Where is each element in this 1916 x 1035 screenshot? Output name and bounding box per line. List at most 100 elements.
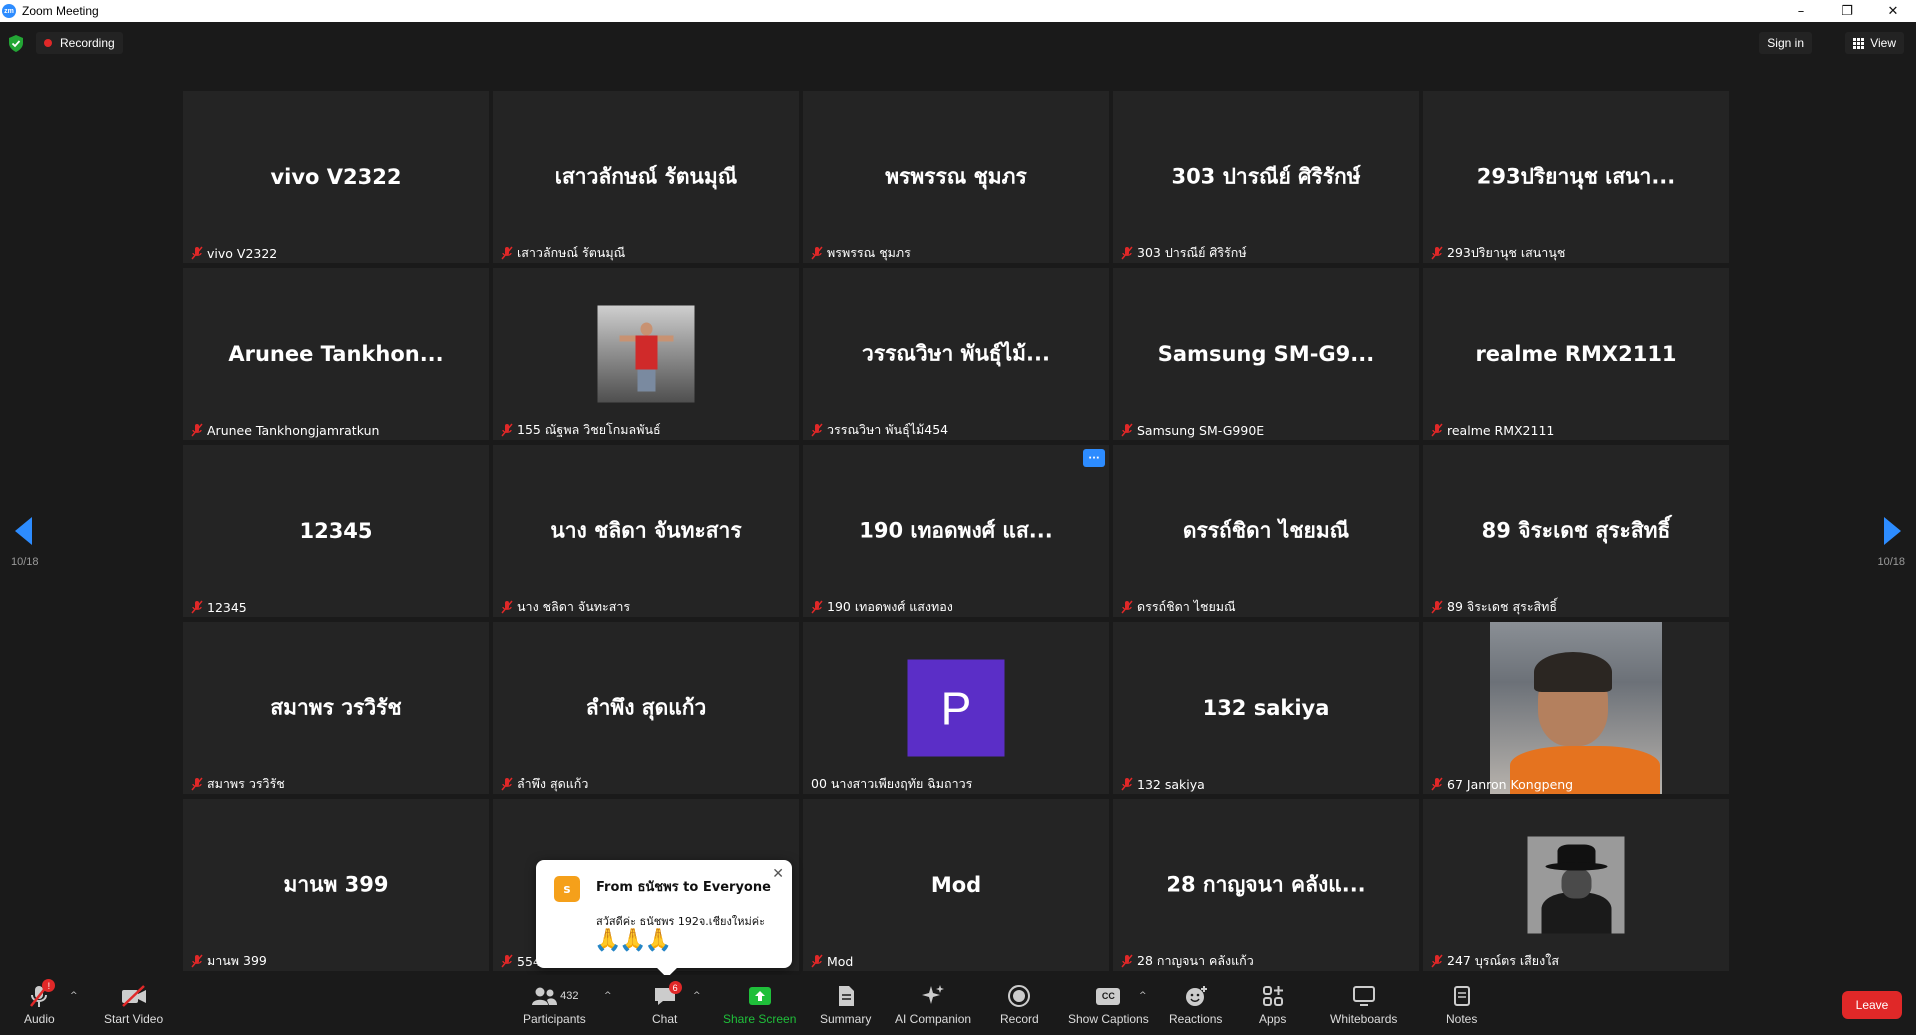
video-off-icon [121, 985, 146, 1007]
participant-name-label: 89 จิระเดช สุระสิทธิ์ [1447, 599, 1558, 614]
participant-tile[interactable]: มานพ 399 มานพ 399 [183, 799, 489, 971]
muted-mic-icon [191, 246, 203, 260]
muted-mic-icon [191, 777, 203, 791]
participant-tile[interactable]: realme RMX2111 realme RMX2111 [1423, 268, 1729, 440]
participants-options-caret-icon[interactable]: ^ [604, 991, 612, 1001]
show-captions-button[interactable]: CC Show Captions [1068, 981, 1149, 1031]
participant-name-label: สมาพร วรวิรัช [207, 776, 285, 791]
view-button[interactable]: View [1845, 32, 1904, 54]
participants-button[interactable]: 432 Participants [523, 981, 586, 1031]
participant-name-label: ดรรถ์ชิดา ไชยมณี [1137, 599, 1236, 614]
participant-nameplate: เสาวลักษณ์ รัตนมุณี [497, 243, 629, 263]
participant-nameplate: 67 Janron Kongpeng [1427, 774, 1577, 794]
share-screen-icon [748, 987, 771, 1005]
participant-tile[interactable]: 67 Janron Kongpeng [1423, 622, 1729, 794]
muted-mic-icon [191, 423, 203, 437]
chat-notification-popup[interactable]: s From ธนัชพร to Everyone ✕ สวัสดีค่ะ ธน… [536, 860, 792, 978]
start-video-button[interactable]: Start Video [104, 981, 163, 1031]
close-icon[interactable]: ✕ [772, 866, 784, 882]
participant-tile[interactable]: 303 ปารณีย์ ศิริรักษ์ 303 ปารณีย์ ศิริรั… [1113, 91, 1419, 263]
window-title-bar: zm Zoom Meeting – ❐ ✕ [0, 0, 1916, 22]
participant-tile[interactable]: vivo V2322 vivo V2322 [183, 91, 489, 263]
audio-label: Audio [24, 1012, 55, 1026]
participant-nameplate: 132 sakiya [1117, 774, 1209, 794]
recording-label: Recording [60, 36, 115, 50]
participant-nameplate: ดรรถ์ชิดา ไชยมณี [1117, 597, 1240, 617]
participant-tile[interactable]: ··· 190 เทอดพงศ์ แส... 190 เทอดพงศ์ แสงท… [803, 445, 1109, 617]
participant-tile[interactable]: 132 sakiya 132 sakiya [1113, 622, 1419, 794]
participant-tile[interactable]: P 00 นางสาวเพียงฤทัย ฉิมถาวร [803, 622, 1109, 794]
participant-name-label: vivo V2322 [207, 245, 278, 261]
participant-nameplate: มานพ 399 [187, 951, 271, 971]
participant-tile[interactable]: Arunee Tankhon... Arunee Tankhongjamratk… [183, 268, 489, 440]
participant-name-label: 28 กาญจนา คลังแก้ว [1137, 953, 1254, 968]
participant-avatar: P [907, 659, 1005, 757]
audio-button[interactable]: ! Audio [24, 979, 56, 1031]
muted-mic-icon [1431, 954, 1443, 968]
reactions-label: Reactions [1169, 1012, 1223, 1026]
participant-profile-photo [1527, 836, 1625, 934]
muted-mic-icon [501, 246, 513, 260]
apps-button[interactable]: Apps [1259, 981, 1286, 1031]
participant-tile[interactable]: เสาวลักษณ์ รัตนมุณี เสาวลักษณ์ รัตนมุณี [493, 91, 799, 263]
participant-name-label: realme RMX2111 [1447, 422, 1555, 438]
next-page-arrow-icon[interactable] [1884, 517, 1901, 545]
previous-page-arrow-icon[interactable] [15, 517, 32, 545]
participant-display-name: Samsung SM-G9... [1157, 342, 1375, 366]
participant-tile[interactable]: ดรรถ์ชิดา ไชยมณี ดรรถ์ชิดา ไชยมณี [1113, 445, 1419, 617]
participant-name-label: Arunee Tankhongjamratkun [207, 422, 380, 438]
participant-display-name: Mod [930, 873, 982, 897]
restore-button[interactable]: ❐ [1824, 0, 1870, 22]
participant-tile[interactable]: 293ปริยานุช เสนา... 293ปริยานุช เสนานุช [1423, 91, 1729, 263]
participant-tile[interactable]: 155 ณัฐพล วิชยโกมลพันธ์ [493, 268, 799, 440]
muted-mic-icon [1121, 777, 1133, 791]
leave-button[interactable]: Leave [1842, 991, 1902, 1019]
participant-display-name: 303 ปารณีย์ ศิริรักษ์ [1171, 164, 1361, 189]
muted-mic-icon [1431, 600, 1443, 614]
participant-nameplate: Mod [807, 951, 857, 971]
participant-tile[interactable]: 28 กาญจนา คลังแ... 28 กาญจนา คลังแก้ว [1113, 799, 1419, 971]
participant-tile[interactable]: พรพรรณ ชุมภร พรพรรณ ชุมภร [803, 91, 1109, 263]
ai-companion-button[interactable]: AI Companion [895, 981, 971, 1031]
whiteboards-label: Whiteboards [1330, 1012, 1398, 1026]
participant-tile[interactable]: 89 จิระเดช สุระสิทธิ์ 89 จิระเดช สุระสิท… [1423, 445, 1729, 617]
participant-tile[interactable]: 12345 12345 [183, 445, 489, 617]
participant-tile[interactable]: สมาพร วรวิรัช สมาพร วรวิรัช [183, 622, 489, 794]
participant-display-name: ลำพึง สุดแก้ว [585, 695, 707, 720]
sign-in-button[interactable]: Sign in [1759, 32, 1812, 54]
notes-button[interactable]: Notes [1446, 981, 1477, 1031]
muted-mic-icon [811, 954, 823, 968]
meeting-toolbar: ! Audio ^ Start Video 432 Participants ^… [0, 975, 1916, 1035]
record-label: Record [1000, 1012, 1039, 1026]
chat-options-caret-icon[interactable]: ^ [693, 991, 701, 1001]
participant-name-label: 67 Janron Kongpeng [1447, 776, 1574, 792]
share-screen-button[interactable]: Share Screen [723, 981, 796, 1031]
participant-name-label: เสาวลักษณ์ รัตนมุณี [517, 245, 626, 260]
muted-mic-icon [811, 600, 823, 614]
minimize-button[interactable]: – [1778, 0, 1824, 22]
security-shield-icon[interactable] [8, 35, 24, 52]
participant-tile[interactable]: นาง ชลิดา จันทะสาร นาง ชลิดา จันทะสาร [493, 445, 799, 617]
participant-tile[interactable]: วรรณวิษา พันธุ์ไม้... วรรณวิษา พันธุ์ไม้… [803, 268, 1109, 440]
recording-indicator[interactable]: Recording [36, 32, 123, 54]
participant-tile[interactable]: ลำพึง สุดแก้ว ลำพึง สุดแก้ว [493, 622, 799, 794]
reactions-button[interactable]: Reactions [1169, 981, 1222, 1031]
whiteboards-button[interactable]: Whiteboards [1330, 981, 1397, 1031]
participant-name-label: นาง ชลิดา จันทะสาร [517, 599, 631, 614]
participant-display-name: vivo V2322 [270, 165, 402, 189]
record-button[interactable]: Record [1000, 981, 1039, 1031]
more-options-button[interactable]: ··· [1083, 449, 1105, 467]
participant-nameplate: vivo V2322 [187, 243, 281, 263]
captions-options-caret-icon[interactable]: ^ [1139, 991, 1147, 1001]
participant-tile[interactable]: Samsung SM-G9... Samsung SM-G990E [1113, 268, 1419, 440]
summary-button[interactable]: Summary [820, 981, 871, 1031]
summary-document-icon [838, 986, 854, 1006]
participant-name-label: Samsung SM-G990E [1137, 422, 1265, 438]
participant-name-label: 247 บุรณ์ตร เสียงใส [1447, 953, 1559, 968]
close-window-button[interactable]: ✕ [1870, 0, 1916, 22]
participant-tile[interactable]: 247 บุรณ์ตร เสียงใส [1423, 799, 1729, 971]
participant-nameplate: 28 กาญจนา คลังแก้ว [1117, 951, 1258, 971]
chat-button[interactable]: 6 Chat [652, 981, 682, 1031]
audio-options-caret-icon[interactable]: ^ [70, 991, 78, 1001]
participant-tile[interactable]: Mod Mod [803, 799, 1109, 971]
